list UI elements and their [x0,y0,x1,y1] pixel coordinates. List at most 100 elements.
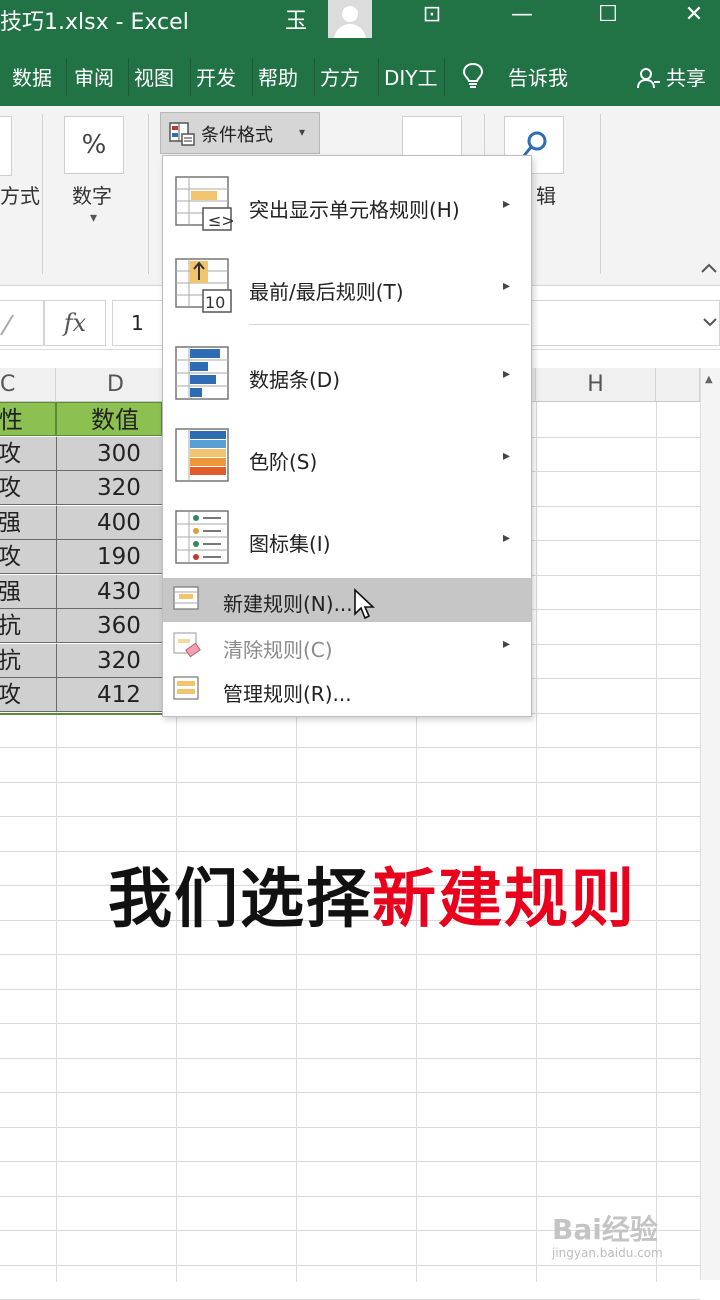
share-button[interactable]: 共享 [666,62,716,91]
minimize-button[interactable]: — [502,2,542,27]
grid-row-line [0,1057,700,1059]
mouse-cursor-icon [354,588,375,620]
table-cell[interactable]: 攻 [0,471,56,505]
table-cell[interactable]: 360 [56,609,162,643]
tab-separator [444,58,445,96]
restore-button[interactable]: ☐ [588,2,628,27]
tab-separator [314,58,315,96]
table-bottom-border [0,712,162,715]
caption-red-text: 新建规则 [372,863,636,937]
cancel-edit-icon[interactable] [0,300,44,346]
table-cell[interactable]: 320 [56,643,162,678]
avatar[interactable] [328,0,372,38]
column-header-i[interactable] [656,368,700,402]
table-cell[interactable]: 320 [56,471,162,505]
table-cell[interactable]: 强 [0,505,56,540]
grid-row-line [0,954,700,955]
column-header-d[interactable]: D [56,368,176,402]
tab-view[interactable]: 视图 [134,62,182,91]
watermark-url: jingyan.baidu.com [552,1246,663,1260]
menu-item-icon-sets[interactable]: 图标集(I) ▸ [163,496,531,576]
conditional-formatting-icon [169,122,195,146]
data-bars-icon [175,346,229,400]
tab-developer[interactable]: 开发 [196,62,244,91]
ribbon-tab-bar: 数据 审阅 视图 开发 帮助 方方 DIY工 告诉我 共享 [0,48,720,106]
top-bottom-number: 10 [205,293,225,312]
tab-help[interactable]: 帮助 [258,62,306,91]
grid-column-line [656,402,657,1282]
number-dropdown-arrow-icon[interactable]: ▾ [90,210,97,226]
tell-me-search[interactable]: 告诉我 [508,62,568,91]
grid-row-line [0,781,700,783]
new-rule-icon [173,586,199,610]
menu-divider [249,324,529,325]
column-header-h[interactable]: H [536,368,656,402]
close-button[interactable]: ✕ [674,2,714,27]
tab-review[interactable]: 审阅 [74,62,122,91]
icon-sets-icon [175,510,229,564]
grid-row-line [0,1195,700,1197]
menu-item-clear-rules[interactable]: 清除规则(C) ▸ [163,624,531,668]
conditional-formatting-menu: ≤> 突出显示单元格规则(H) ▸ 10 最前/最后规则(T) ▸ 数据条(D)… [162,155,532,717]
menu-item-highlight-cells-rules[interactable]: ≤> 突出显示单元格规则(H) ▸ [163,162,531,242]
conditional-formatting-button[interactable]: 条件格式 ▾ [160,112,320,154]
column-header-c[interactable]: C [0,368,56,402]
alignment-icon[interactable] [0,116,12,176]
top-bottom-rules-icon: 10 [175,258,232,313]
grid-row-line [0,1161,700,1162]
grid-row-line [0,1092,700,1093]
table-cell[interactable]: 抗 [0,609,56,643]
vertical-scrollbar[interactable]: ▲ [700,368,720,1280]
menu-item-top-bottom-rules[interactable]: 10 最前/最后规则(T) ▸ [163,244,531,324]
column-header-c-label: C [0,372,16,397]
menu-item-data-bars[interactable]: 数据条(D) ▸ [163,332,531,412]
table-header-attribute: 性 [0,406,23,434]
table-cell[interactable]: 攻 [0,436,56,471]
grid-row-line [0,1023,700,1024]
menu-item-label: 管理规则(R)... [223,682,352,706]
table-cell[interactable]: 400 [56,505,162,540]
tab-data[interactable]: 数据 [12,62,60,91]
table-cell[interactable]: 190 [56,540,162,574]
menu-item-label: 数据条(D) [249,368,341,392]
avatar-head-shape [342,6,358,22]
lightbulb-icon[interactable] [462,62,484,90]
share-person-icon[interactable] [636,66,660,90]
grid-row-line [0,1126,700,1128]
ribbon-divider [600,114,601,274]
menu-item-label: 清除规则(C) [223,638,333,662]
table-header-cell[interactable]: 性 [0,402,56,436]
menu-item-new-rule[interactable]: 新建规则(N)... [163,578,531,622]
tab-diy-tools[interactable]: DIY工 [384,62,438,91]
table-header-cell[interactable]: 数值 [56,402,162,436]
menu-item-manage-rules[interactable]: 管理规则(R)... [163,668,531,712]
grid-row-line [0,1264,700,1266]
tab-fangfang[interactable]: 方方 [320,62,374,91]
svg-text:≤>: ≤> [208,211,233,230]
column-header-d-label: D [107,372,124,397]
expand-formula-bar-chevron-icon[interactable] [702,316,718,328]
table-cell[interactable]: 强 [0,574,56,609]
submenu-arrow-icon: ▸ [503,636,511,652]
ribbon-display-options-icon[interactable]: ⊡ [412,2,452,27]
table-cell[interactable]: 抗 [0,643,56,678]
scroll-up-icon[interactable]: ▲ [705,374,713,385]
tab-separator [252,58,253,96]
collapse-ribbon-chevron-icon[interactable] [700,262,718,274]
user-name[interactable]: 玉 [285,3,307,35]
editing-group-label[interactable]: 辑 [536,180,556,209]
table-cell[interactable]: 攻 [0,540,56,574]
window-title: 技巧1.xlsx - Excel [0,10,189,35]
menu-item-label: 最前/最后规则(T) [249,280,404,304]
table-cell[interactable]: 攻 [0,678,56,712]
number-format-icon[interactable]: % [64,116,124,174]
insert-function-icon[interactable]: fx [44,300,106,346]
menu-item-color-scales[interactable]: 色阶(S) ▸ [163,414,531,494]
table-cell[interactable]: 300 [56,436,162,471]
manage-rules-icon [173,676,199,700]
menu-item-label: 色阶(S) [249,450,318,474]
number-group-label[interactable]: 数字 [72,180,112,209]
table-cell[interactable]: 430 [56,574,162,609]
table-cell[interactable]: 412 [56,678,162,712]
grid-row-line [0,816,700,817]
